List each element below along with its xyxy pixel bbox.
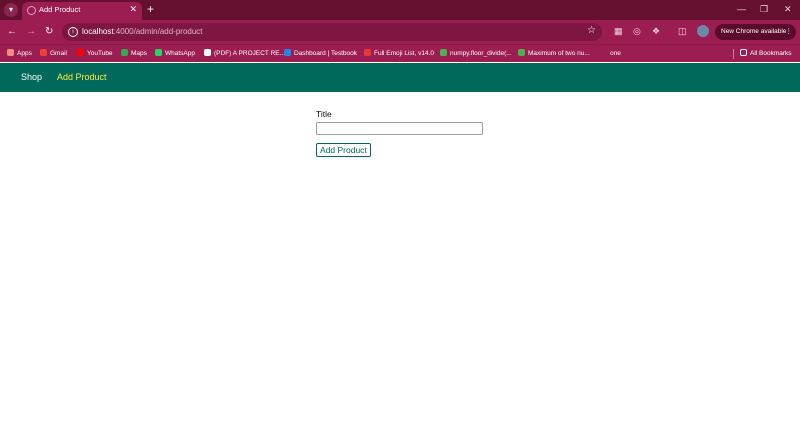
bookmark-item[interactable]: Full Emoji List, v14.0 [364,49,434,57]
nav-shop-link[interactable]: Shop [21,72,42,83]
extension-icon[interactable]: ◎ [633,25,641,37]
bookmark-label: Dashboard | Testbook [294,50,357,57]
testbook-icon [284,49,291,56]
bookmark-star-icon[interactable]: ☆ [587,25,596,36]
bookmark-label: Apps [17,50,32,57]
bookmark-item[interactable]: Gmail [40,49,67,57]
bookmark-label: Maximum of two nu... [528,50,590,57]
title-input[interactable] [316,122,483,135]
numpy-icon [440,49,447,56]
bookmark-label: numpy.floor_divide(... [450,50,512,57]
bookmark-label: YouTube [87,50,113,57]
bookmark-label: Maps [131,50,147,57]
bookmarks-bar: Apps Gmail YouTube Maps WhatsApp (PDF) A… [0,44,800,62]
all-bookmarks-button[interactable]: All Bookmarks [740,49,792,57]
bookmark-item[interactable]: Maximum of two nu... [518,49,590,57]
gmail-icon [40,49,47,56]
bookmark-item[interactable]: Apps [7,49,32,57]
bookmark-label: (PDF) A PROJECT RE... [214,50,286,57]
bookmark-label: one [610,50,621,57]
minimize-icon[interactable]: — [737,3,746,15]
bookmark-item[interactable]: WhatsApp [155,49,195,57]
url-path: :4000/admin/add-product [113,27,203,36]
tab-title: Add Product [39,5,81,14]
browser-tab[interactable]: Add Product ✕ [22,2,142,20]
profile-avatar[interactable] [697,25,709,37]
update-chrome-label: New Chrome available [721,28,787,35]
bookmark-blank-icon [600,49,607,56]
new-tab-icon[interactable]: + [147,2,154,16]
geeks-icon [518,49,525,56]
bookmark-item[interactable]: Dashboard | Testbook [284,49,357,57]
back-icon[interactable]: ← [7,25,17,39]
folder-icon [740,49,747,56]
extension-icon[interactable]: ▦ [614,25,623,37]
bookmark-item[interactable]: Maps [121,49,147,57]
apps-grid-icon [7,49,14,56]
pdf-icon [204,49,211,56]
browser-toolbar: ← → ↻ i localhost:4000/admin/add-product… [0,20,800,44]
extensions-puzzle-icon[interactable]: ❖ [652,25,660,37]
forward-icon[interactable]: → [26,25,36,39]
url-host: localhost [82,27,114,36]
whatsapp-icon [155,49,162,56]
youtube-icon [77,49,84,56]
close-window-icon[interactable]: ✕ [784,3,792,15]
all-bookmarks-label: All Bookmarks [750,50,792,57]
bookmark-label: WhatsApp [165,50,195,57]
address-bar[interactable]: i localhost:4000/admin/add-product ☆ [62,23,602,41]
close-tab-icon[interactable]: ✕ [129,4,137,15]
bookmark-label: Full Emoji List, v14.0 [374,50,434,57]
add-product-form: Title Add Product [316,109,486,157]
bookmark-item[interactable]: (PDF) A PROJECT RE... [204,49,285,57]
bookmarks-divider [733,49,734,59]
bookmark-item[interactable]: numpy.floor_divide(... [440,49,512,57]
add-product-button[interactable]: Add Product [316,143,371,157]
url-text[interactable]: localhost:4000/admin/add-product [82,27,203,36]
restore-icon[interactable]: ❐ [760,3,768,15]
title-label: Title [316,109,332,119]
reload-icon[interactable]: ↻ [45,25,53,39]
menu-dots-icon[interactable]: ⋮ [786,24,793,40]
globe-icon [27,6,36,15]
unicode-icon [364,49,371,56]
bookmark-item[interactable]: one [600,49,621,57]
bookmark-label: Gmail [50,50,67,57]
site-info-icon[interactable]: i [68,27,78,37]
nav-add-product-link[interactable]: Add Product [57,72,107,83]
update-chrome-button[interactable]: New Chrome available ⋮ [715,24,796,40]
app-header: Shop Add Product [0,63,800,92]
bookmark-item[interactable]: YouTube [77,49,113,57]
side-panel-icon[interactable]: ◫ [678,25,687,37]
maps-icon [121,49,128,56]
tab-search-icon[interactable]: ▾ [4,3,18,17]
browser-tab-strip: ▾ Add Product ✕ + — ❐ ✕ [0,0,800,20]
